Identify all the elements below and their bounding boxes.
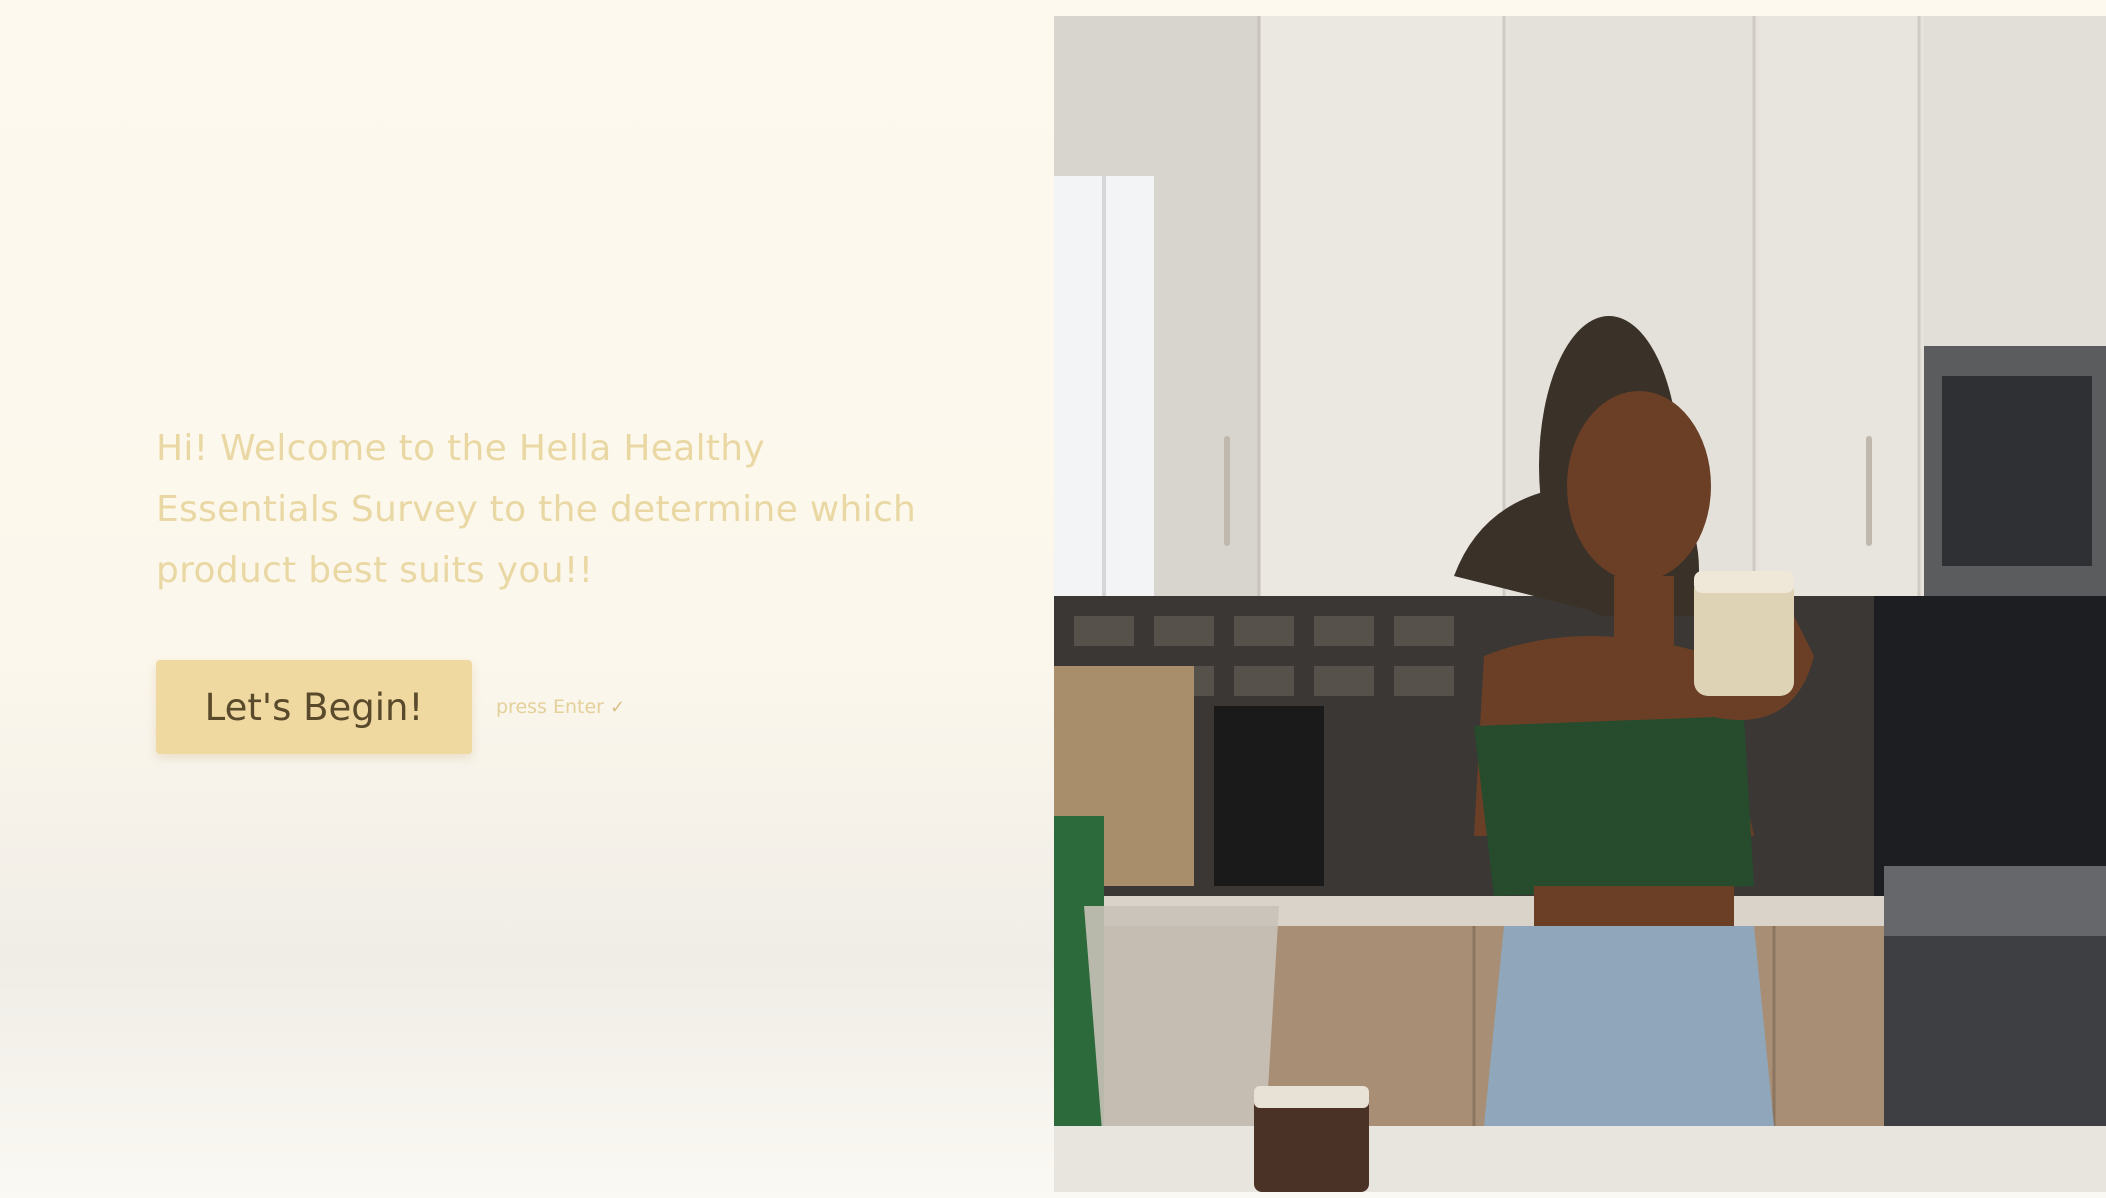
kitchen-photo [1054,16,2106,1192]
welcome-panel: Hi! Welcome to the Hella Healthy Essenti… [0,0,1054,1198]
enter-check-icon: ✓ [609,696,626,718]
lets-begin-button[interactable]: Let's Begin! [156,660,472,754]
press-enter-text: press Enter [496,696,604,718]
survey-welcome-screen: Hi! Welcome to the Hella Healthy Essenti… [0,0,2106,1198]
cta-row: Let's Begin! press Enter ✓ [156,660,625,754]
welcome-message: Hi! Welcome to the Hella Healthy Essenti… [156,428,917,591]
press-enter-hint: press Enter ✓ [496,696,625,718]
